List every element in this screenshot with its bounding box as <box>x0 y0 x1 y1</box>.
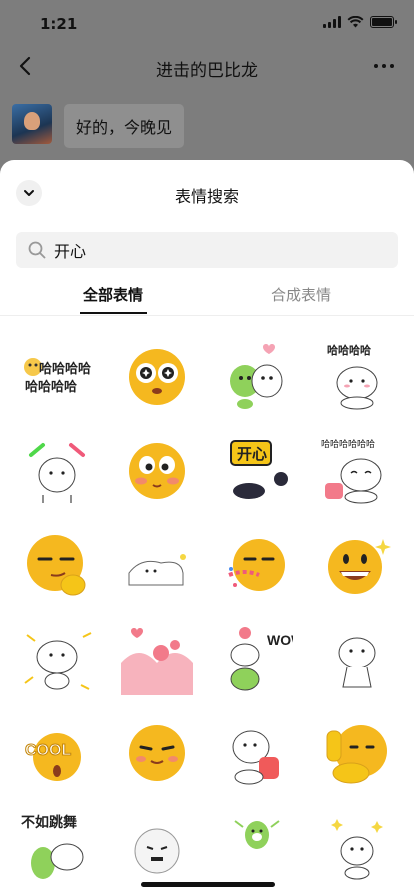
sticker-item[interactable]: COOL <box>7 706 107 800</box>
emoji-search-sheet: 表情搜索 开心 全部表情 合成表情 哈哈哈哈 哈哈哈哈 哈哈哈哈 开心 哈哈哈哈… <box>0 160 414 896</box>
active-tab-indicator <box>80 312 147 314</box>
sticker-text: 不如跳舞 <box>21 814 77 831</box>
message-bubble[interactable]: 好的，今晚见 <box>64 104 185 148</box>
status-icons <box>323 16 397 28</box>
sticker-item[interactable] <box>307 518 407 612</box>
content-emoji-sticker <box>129 725 185 781</box>
lying-dog-sticker <box>128 554 186 586</box>
message-row: 好的，今晚见 <box>12 104 185 148</box>
sticker-item[interactable]: 哈哈哈哈 <box>307 330 407 424</box>
sticker-item[interactable] <box>207 518 307 612</box>
sticker-item[interactable] <box>107 330 207 424</box>
tab-composite-stickers[interactable]: 合成表情 <box>241 284 361 305</box>
thumbs-up-emoji-sticker <box>326 725 387 784</box>
home-indicator <box>141 882 275 887</box>
sticker-text: 哈哈哈哈 <box>327 343 371 357</box>
sparkle-dog-sticker <box>331 819 383 880</box>
sticker-item[interactable]: 哈哈哈哈 哈哈哈哈 <box>7 330 107 424</box>
sticker-grid: 哈哈哈哈 哈哈哈哈 哈哈哈哈 开心 哈哈哈哈哈哈 WO COOL 不如跳舞 <box>7 330 407 894</box>
signal-icon <box>323 16 341 28</box>
haha-text-sticker: 哈哈哈哈 哈哈哈哈 <box>24 358 91 394</box>
chat-title: 进击的巴比龙 <box>156 61 258 81</box>
dog-laughing-haha-sticker: 哈哈哈哈哈哈 <box>321 438 382 504</box>
dog-glowsticks-sticker <box>29 443 85 503</box>
tab-bar: 全部表情 合成表情 <box>0 278 414 316</box>
sticker-item[interactable] <box>107 518 207 612</box>
sticker-item[interactable] <box>207 800 307 894</box>
sticker-text: 哈哈哈哈哈哈 <box>321 438 375 450</box>
avatar[interactable] <box>12 104 52 144</box>
sticker-item[interactable] <box>207 706 307 800</box>
waving-dog-sticker <box>338 637 376 688</box>
dog-red-bag-sticker <box>232 730 279 785</box>
wow-dogs-sticker: WOW <box>230 627 293 691</box>
hearts-cake-sticker <box>121 628 193 695</box>
dogs-heart-sticker <box>230 344 283 409</box>
sticker-text: 开心 <box>237 445 267 463</box>
grin-sparkle-emoji-sticker <box>328 539 391 594</box>
sticker-item[interactable] <box>7 518 107 612</box>
green-frog-sticker <box>234 820 280 849</box>
sticker-item[interactable]: 哈哈哈哈哈哈 <box>307 424 407 518</box>
status-bar: 1:21 <box>0 0 414 48</box>
sticker-item[interactable] <box>107 706 207 800</box>
sticker-item[interactable]: WOW <box>207 612 307 706</box>
sticker-item[interactable] <box>7 424 107 518</box>
chat-nav-bar: 进击的巴比龙 <box>0 48 414 86</box>
sticker-item[interactable]: 开心 <box>207 424 307 518</box>
sticker-item[interactable] <box>107 612 207 706</box>
battery-icon <box>370 16 397 28</box>
sheet-header: 表情搜索 <box>0 160 414 226</box>
chat-background: 1:21 进击的巴比龙 好的，今晚见 <box>0 0 414 170</box>
sheet-title: 表情搜索 <box>174 187 239 206</box>
sticker-item[interactable] <box>7 612 107 706</box>
sticker-item[interactable] <box>207 330 307 424</box>
search-value: 开心 <box>54 242 87 261</box>
search-icon <box>28 241 46 259</box>
sticker-item[interactable] <box>307 800 407 894</box>
sticker-text: COOL <box>25 742 71 759</box>
search-input[interactable]: 开心 <box>16 232 398 268</box>
status-time: 1:21 <box>40 15 78 33</box>
dancing-dog-sticker <box>24 632 92 690</box>
blushing-emoji-sticker <box>129 443 185 499</box>
sticker-text: WOW <box>267 632 293 648</box>
tab-all-stickers[interactable]: 全部表情 <box>53 284 173 305</box>
sticker-text: 哈哈哈哈 <box>39 361 91 376</box>
sticker-item[interactable]: 不如跳舞 <box>7 800 107 894</box>
sticker-text: 哈哈哈哈 <box>25 379 77 394</box>
dog-haha-sticker: 哈哈哈哈 <box>327 343 378 410</box>
sticker-item[interactable] <box>307 706 407 800</box>
white-dog-sticker <box>134 828 180 874</box>
sticker-item[interactable] <box>107 800 207 894</box>
wifi-icon <box>347 16 364 28</box>
starry-eyes-emoji-sticker <box>129 349 185 405</box>
more-options-icon[interactable] <box>374 56 398 76</box>
kaixin-sign-sticker: 开心 <box>230 440 288 499</box>
dance-text-sticker: 不如跳舞 <box>21 814 84 879</box>
cool-emoji-sticker: COOL <box>25 733 81 781</box>
sticker-item[interactable] <box>107 424 207 518</box>
sticker-item[interactable] <box>307 612 407 706</box>
party-horn-emoji-sticker <box>228 539 285 591</box>
smug-thumbs-emoji-sticker <box>27 535 86 596</box>
